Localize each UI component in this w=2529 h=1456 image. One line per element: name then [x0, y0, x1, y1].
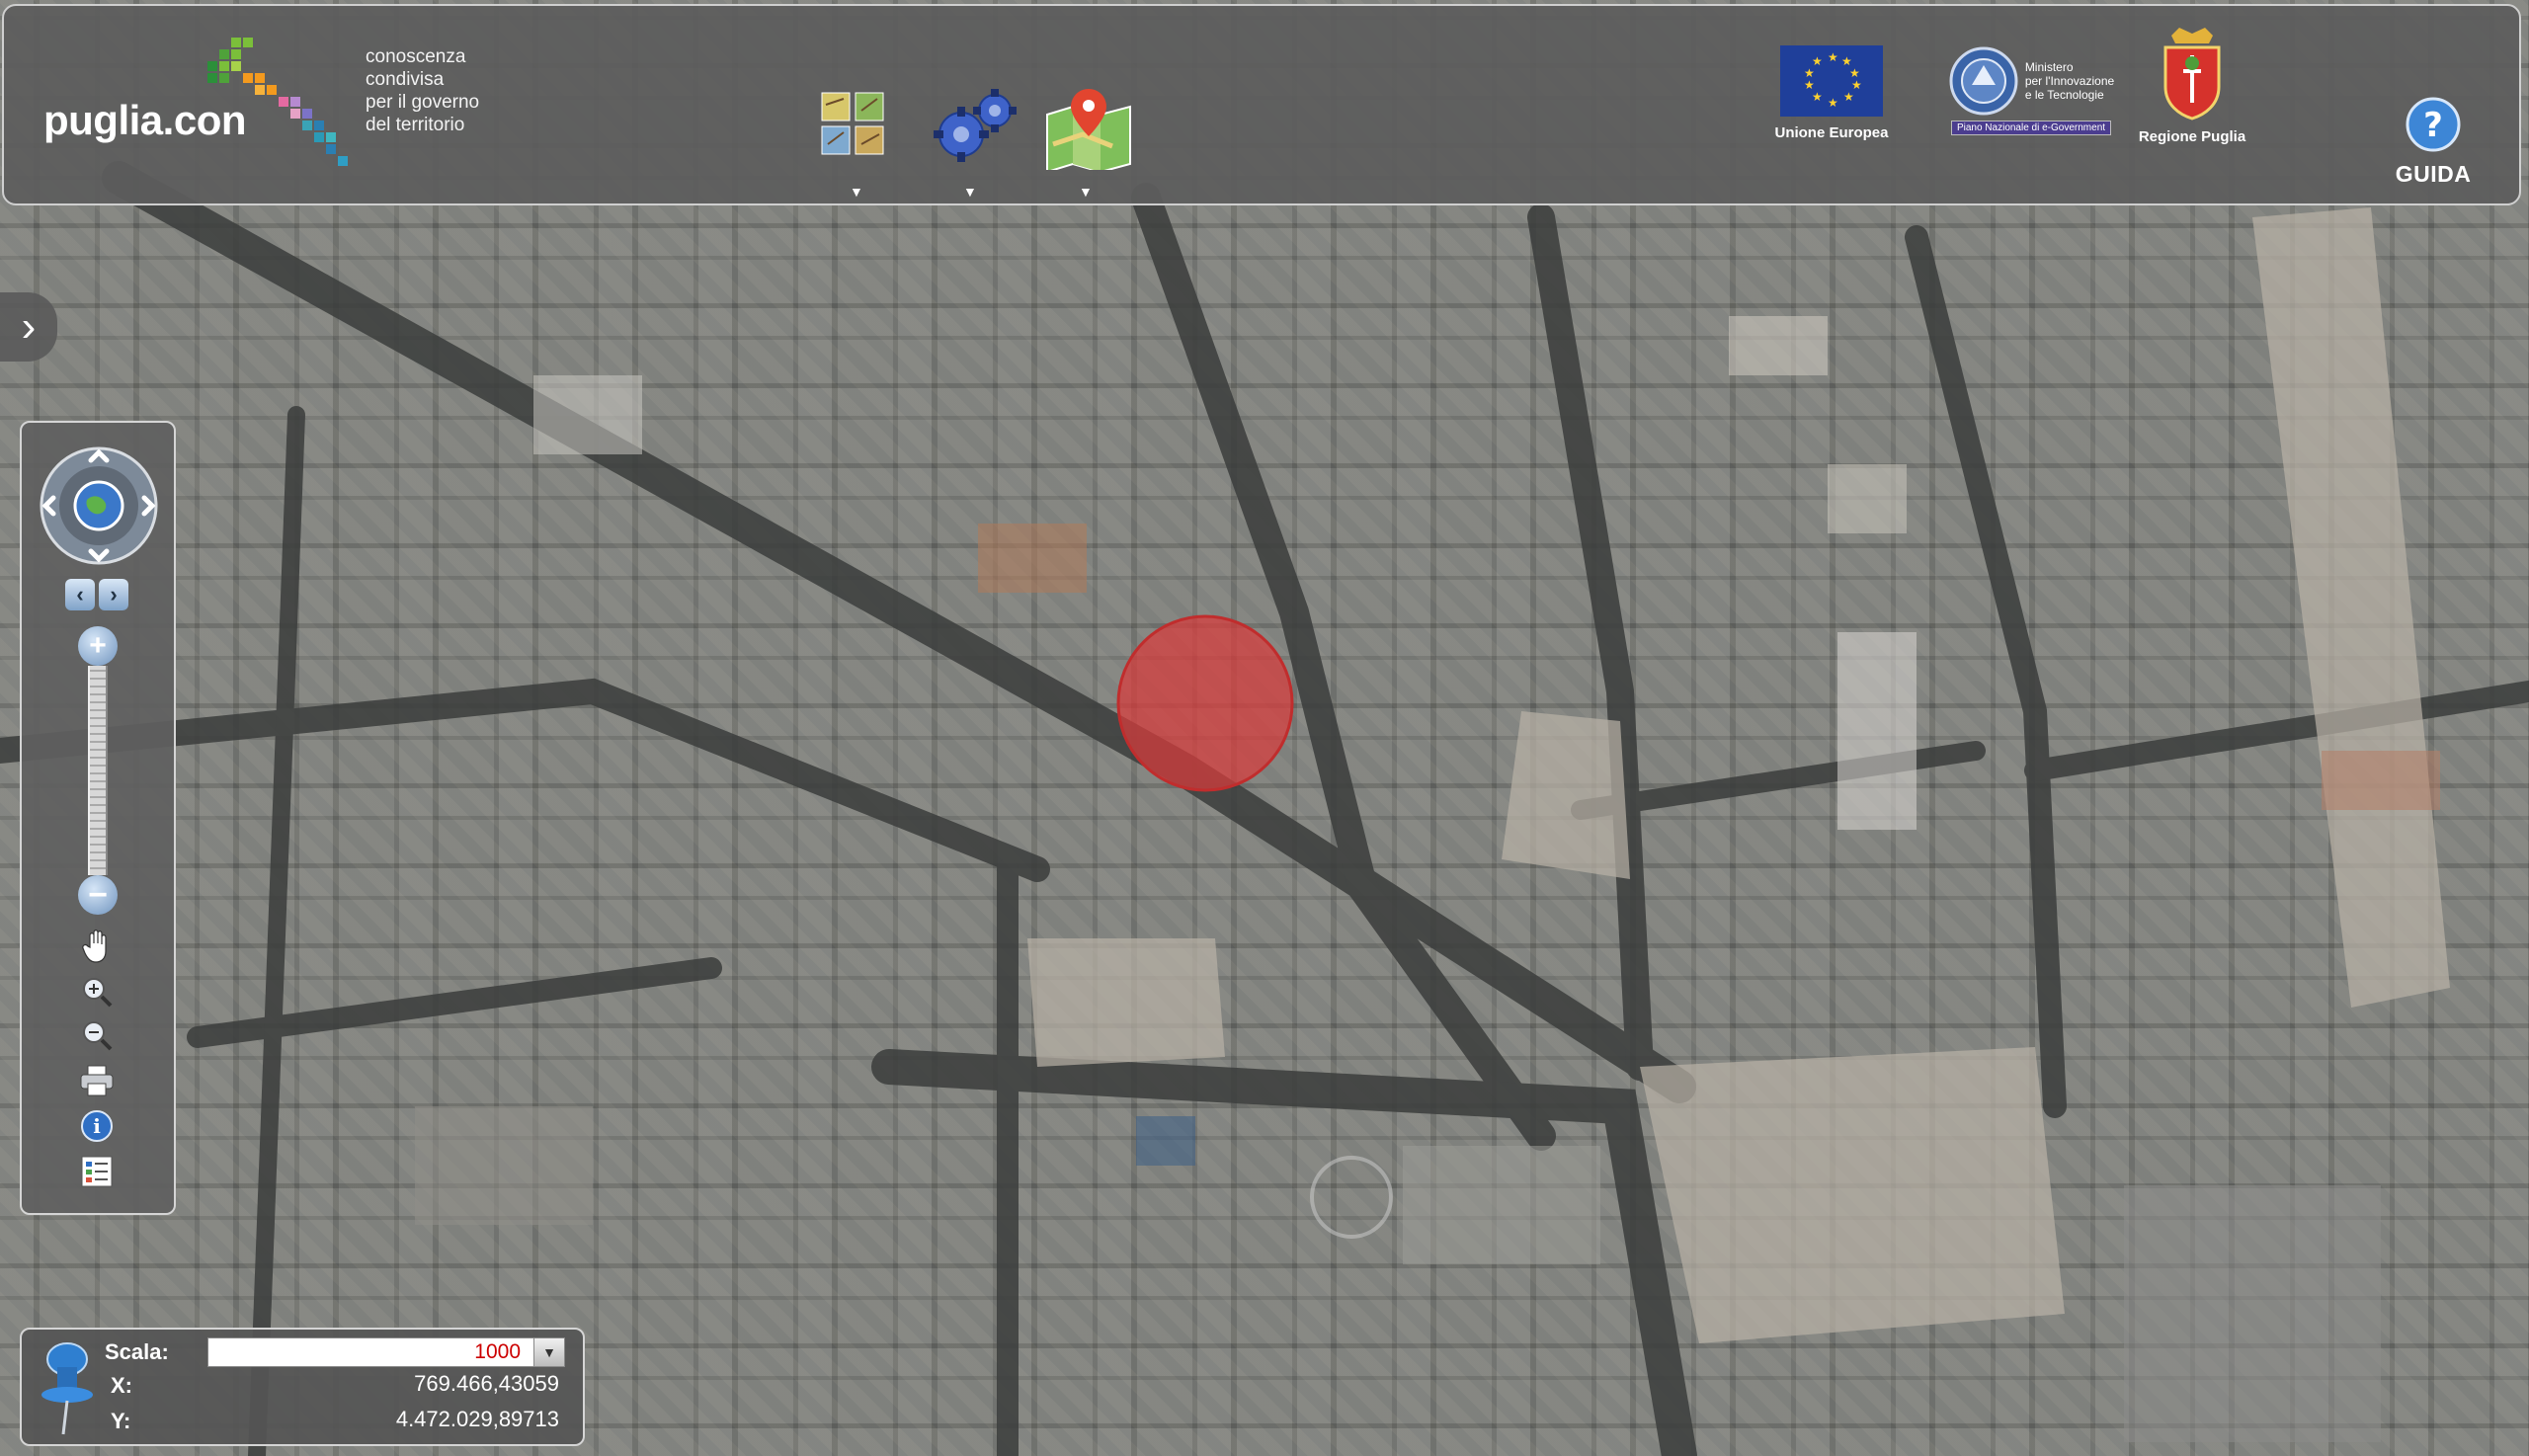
tagline-line: conoscenza: [366, 46, 466, 67]
hand-icon: [82, 930, 107, 963]
ministry-name-line: Ministero: [2024, 60, 2074, 74]
svg-text:★: ★: [1812, 90, 1823, 104]
tagline-line: del territorio: [366, 115, 465, 135]
help-label: GUIDA: [2395, 161, 2472, 187]
zoom-in-button[interactable]: +: [78, 626, 118, 666]
location-marker[interactable]: [1116, 614, 1294, 792]
side-panel-toggle[interactable]: ›: [0, 292, 57, 362]
ministry-seal-icon: [1949, 46, 2018, 116]
chevron-down-icon: ▼: [533, 1338, 564, 1366]
svg-text:?: ?: [2423, 106, 2443, 145]
regione-puglia-logo: Regione Puglia: [2128, 26, 2256, 145]
logo-name: puglia.con: [43, 97, 247, 143]
svg-text:i: i: [93, 1114, 101, 1138]
pan-control[interactable]: [38, 445, 160, 567]
y-coordinate-value: 4.472.029,89713: [395, 1407, 559, 1431]
svg-text:★: ★: [1828, 50, 1838, 64]
gears-icon: [934, 89, 1017, 162]
coordinates-panel: Scala: 1000 ▼ X: 769.466,43059 Y: 4.472.…: [20, 1328, 585, 1446]
logo-tagline: conoscenza condivisa per il governo del …: [366, 45, 514, 136]
maps-menu-button[interactable]: ▼: [1043, 85, 1132, 200]
scale-label: Scala:: [105, 1339, 169, 1364]
print-button[interactable]: [77, 1061, 117, 1100]
history-controls: ‹ ›: [65, 579, 132, 614]
tagline-line: per il governo: [366, 92, 480, 113]
scale-select[interactable]: 1000 ▼: [207, 1337, 565, 1367]
svg-text:★: ★: [1812, 54, 1823, 68]
chevron-right-icon: ›: [21, 302, 37, 351]
satellite-map[interactable]: [0, 0, 2529, 1456]
credits-line: [943, 1272, 2485, 1301]
eu-flag-icon: ★ ★★ ★★★ ★★★ ★: [1780, 45, 1883, 117]
scale-value: 1000: [474, 1340, 521, 1363]
info-icon: i: [81, 1110, 113, 1142]
map-pin-icon: [1046, 89, 1131, 174]
ministry-name-line: per l'Innovazione: [2024, 74, 2115, 88]
eu-caption: Unione Europea: [1774, 124, 1889, 141]
map-credits: [943, 1272, 2485, 1301]
chevron-down-icon: ▼: [850, 184, 863, 200]
zoom-box-out-button[interactable]: [77, 1015, 117, 1055]
info-button[interactable]: i: [77, 1106, 117, 1146]
svg-text:★: ★: [1804, 78, 1815, 92]
regione-puglia-crest-icon: [2163, 28, 2221, 121]
navigation-panel: ‹ › + − i: [20, 421, 176, 1215]
zoom-out-button[interactable]: −: [78, 875, 118, 915]
y-coordinate-label: Y:: [111, 1409, 131, 1433]
ministry-logo: Ministero per l'Innovazione e le Tecnolo…: [1932, 45, 2130, 135]
layers-icon: [821, 92, 884, 155]
header-bar: puglia.con conoscenza condivisa per il g…: [2, 4, 2521, 205]
history-back-button[interactable]: ‹: [65, 579, 95, 610]
pushpin-icon[interactable]: [34, 1337, 95, 1436]
puglia-con-logo[interactable]: puglia.con conoscenza condivisa per il g…: [43, 30, 498, 188]
magnifier-plus-icon: [83, 978, 113, 1008]
help-icon: ?: [2406, 97, 2461, 152]
legend-icon: [81, 1156, 113, 1187]
pan-tool-button[interactable]: [77, 927, 117, 966]
layers-menu-button[interactable]: ▼: [814, 85, 903, 200]
chevron-down-icon: ▼: [963, 184, 977, 200]
tagline-line: condivisa: [366, 69, 445, 90]
magnifier-minus-icon: [83, 1021, 113, 1051]
chevron-down-icon: ▼: [1079, 184, 1093, 200]
zoom-box-in-button[interactable]: [77, 972, 117, 1011]
x-coordinate-label: X:: [111, 1373, 132, 1398]
ministry-name-line: e le Tecnologie: [2024, 88, 2104, 102]
printer-icon: [80, 1065, 114, 1096]
svg-text:★: ★: [1804, 66, 1815, 80]
svg-text:★: ★: [1843, 90, 1854, 104]
legend-button[interactable]: [77, 1152, 117, 1191]
zoom-slider[interactable]: [88, 666, 108, 875]
regione-puglia-caption: Regione Puglia: [2138, 128, 2246, 145]
history-forward-button[interactable]: ›: [99, 579, 128, 610]
x-coordinate-value: 769.466,43059: [414, 1371, 559, 1396]
help-button[interactable]: ? GUIDA: [2379, 97, 2488, 188]
tools-menu-button[interactable]: ▼: [928, 85, 1017, 200]
eu-logo: ★ ★ ★ ★ ★ ★ ★ ★ ★ ★ Unione Europea: [1762, 45, 1901, 141]
svg-text:★: ★: [1828, 96, 1838, 110]
ministry-plan-caption: Piano Nazionale di e-Government: [1950, 121, 2112, 135]
map-features: [0, 161, 2529, 1456]
